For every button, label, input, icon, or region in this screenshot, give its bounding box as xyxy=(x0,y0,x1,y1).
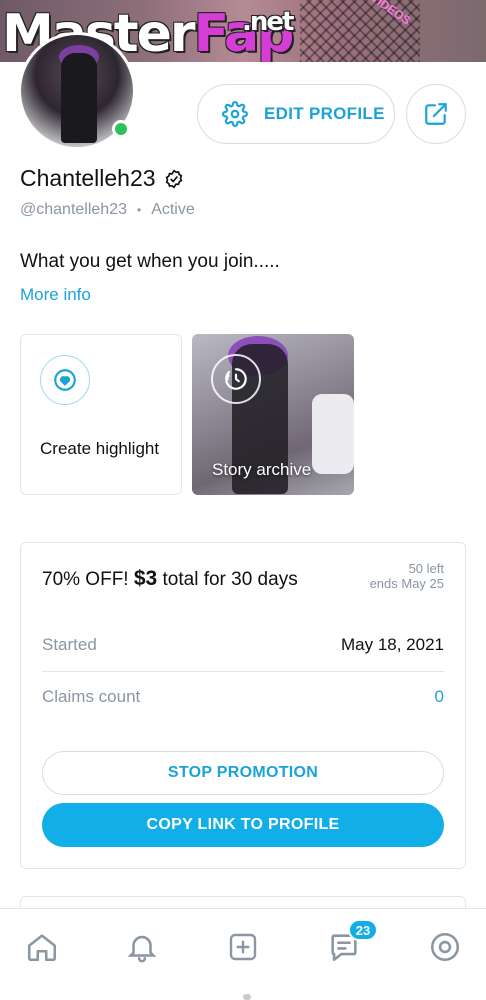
verified-icon xyxy=(165,168,182,189)
heart-circle-icon xyxy=(54,369,76,391)
promotion-ends: ends May 25 xyxy=(369,576,444,591)
nav-notifications[interactable] xyxy=(122,927,162,967)
story-archive-card[interactable]: Story archive xyxy=(192,334,354,495)
bottom-nav: 23 xyxy=(0,908,486,1000)
profile-name-row: Chantelleh23 xyxy=(20,165,184,192)
watermark-suffix: .net xyxy=(242,7,294,37)
promotion-title: 70% OFF! $3 total for 30 days xyxy=(42,567,298,591)
promotion-price: $3 xyxy=(133,567,158,590)
profile-handle: @chantelleh23 xyxy=(20,201,127,218)
promotion-discount: 70% OFF! xyxy=(42,569,129,590)
profile-name: Chantelleh23 xyxy=(20,165,156,191)
share-button[interactable] xyxy=(406,84,466,144)
claims-row: Claims count 0 xyxy=(42,687,444,707)
messages-badge: 23 xyxy=(348,919,378,941)
profile-handle-row: @chantelleh23 • Active xyxy=(20,201,195,219)
profile-status: Active xyxy=(151,201,195,218)
started-label: Started xyxy=(42,635,97,654)
home-icon xyxy=(27,934,57,962)
bell-icon xyxy=(127,935,157,963)
avatar-figure xyxy=(61,53,97,143)
promotion-duration: total for 30 days xyxy=(162,569,298,590)
started-value: May 18, 2021 xyxy=(340,635,444,654)
copy-link-button[interactable]: COPY LINK TO PROFILE xyxy=(42,803,444,847)
started-row: Started May 18, 2021 xyxy=(42,635,444,655)
highlight-add-circle xyxy=(40,355,90,405)
profile-icon xyxy=(430,932,460,962)
edit-profile-button[interactable]: EDIT PROFILE xyxy=(197,84,395,144)
nav-profile[interactable] xyxy=(425,927,465,967)
archive-bg-chair xyxy=(312,394,354,474)
nav-home[interactable] xyxy=(22,927,62,967)
promotion-meta: 50 left ends May 25 xyxy=(370,561,444,591)
home-indicator xyxy=(243,994,251,1000)
claims-label: Claims count xyxy=(42,687,141,706)
row-divider xyxy=(42,671,444,672)
plus-square-icon xyxy=(229,933,257,961)
promotion-card: 70% OFF! $3 total for 30 days 50 left en… xyxy=(20,542,466,869)
more-info-link[interactable]: More info xyxy=(20,285,91,305)
nav-new-post[interactable] xyxy=(223,927,263,967)
create-highlight-card[interactable]: Create highlight xyxy=(20,334,182,495)
gear-icon xyxy=(222,101,248,127)
edit-profile-label: EDIT PROFILE xyxy=(264,104,385,123)
claims-value[interactable]: 0 xyxy=(435,687,444,707)
promotion-left: 50 left xyxy=(408,561,444,576)
story-archive-label: Story archive xyxy=(212,460,312,479)
archive-circle xyxy=(211,354,261,404)
separator-dot: • xyxy=(136,203,142,217)
online-status-dot xyxy=(112,120,130,138)
create-highlight-label: Create highlight xyxy=(40,439,160,458)
profile-bio: What you get when you join..... xyxy=(20,251,280,272)
stop-promotion-button[interactable]: STOP PROMOTION xyxy=(42,751,444,795)
share-icon xyxy=(425,103,447,125)
history-icon xyxy=(225,368,247,390)
